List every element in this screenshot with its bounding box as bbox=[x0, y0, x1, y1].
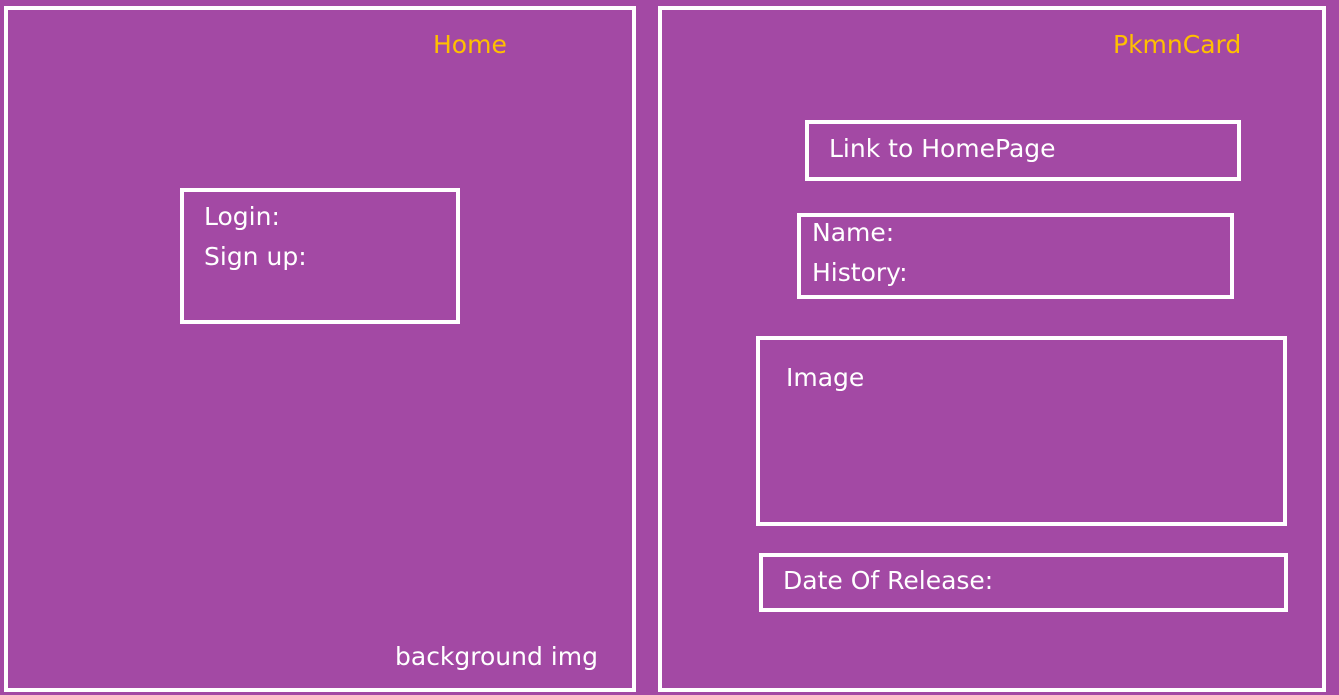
home-link[interactable]: Link to HomePage bbox=[829, 134, 1056, 164]
image-placeholder-label: Image bbox=[786, 363, 865, 392]
release-date-box: Date Of Release: bbox=[759, 553, 1288, 612]
release-date-field: Date Of Release: bbox=[783, 566, 994, 595]
signup-field[interactable]: Sign up: bbox=[204, 242, 307, 272]
pkmn-card-title: PkmnCard bbox=[1113, 30, 1242, 59]
card-info-box: Name: History: bbox=[797, 213, 1234, 299]
home-page-panel: Home Login: Sign up: background img bbox=[4, 6, 636, 692]
login-field[interactable]: Login: bbox=[204, 202, 280, 232]
history-field: History: bbox=[812, 258, 908, 287]
name-field: Name: bbox=[812, 218, 895, 247]
image-box: Image bbox=[756, 336, 1287, 526]
home-link-box[interactable]: Link to HomePage bbox=[805, 120, 1241, 181]
pkmn-card-panel: PkmnCard Link to HomePage Name: History:… bbox=[658, 6, 1326, 692]
background-image-note: background img bbox=[395, 642, 598, 671]
home-page-title: Home bbox=[433, 30, 507, 59]
auth-box: Login: Sign up: bbox=[180, 188, 460, 324]
